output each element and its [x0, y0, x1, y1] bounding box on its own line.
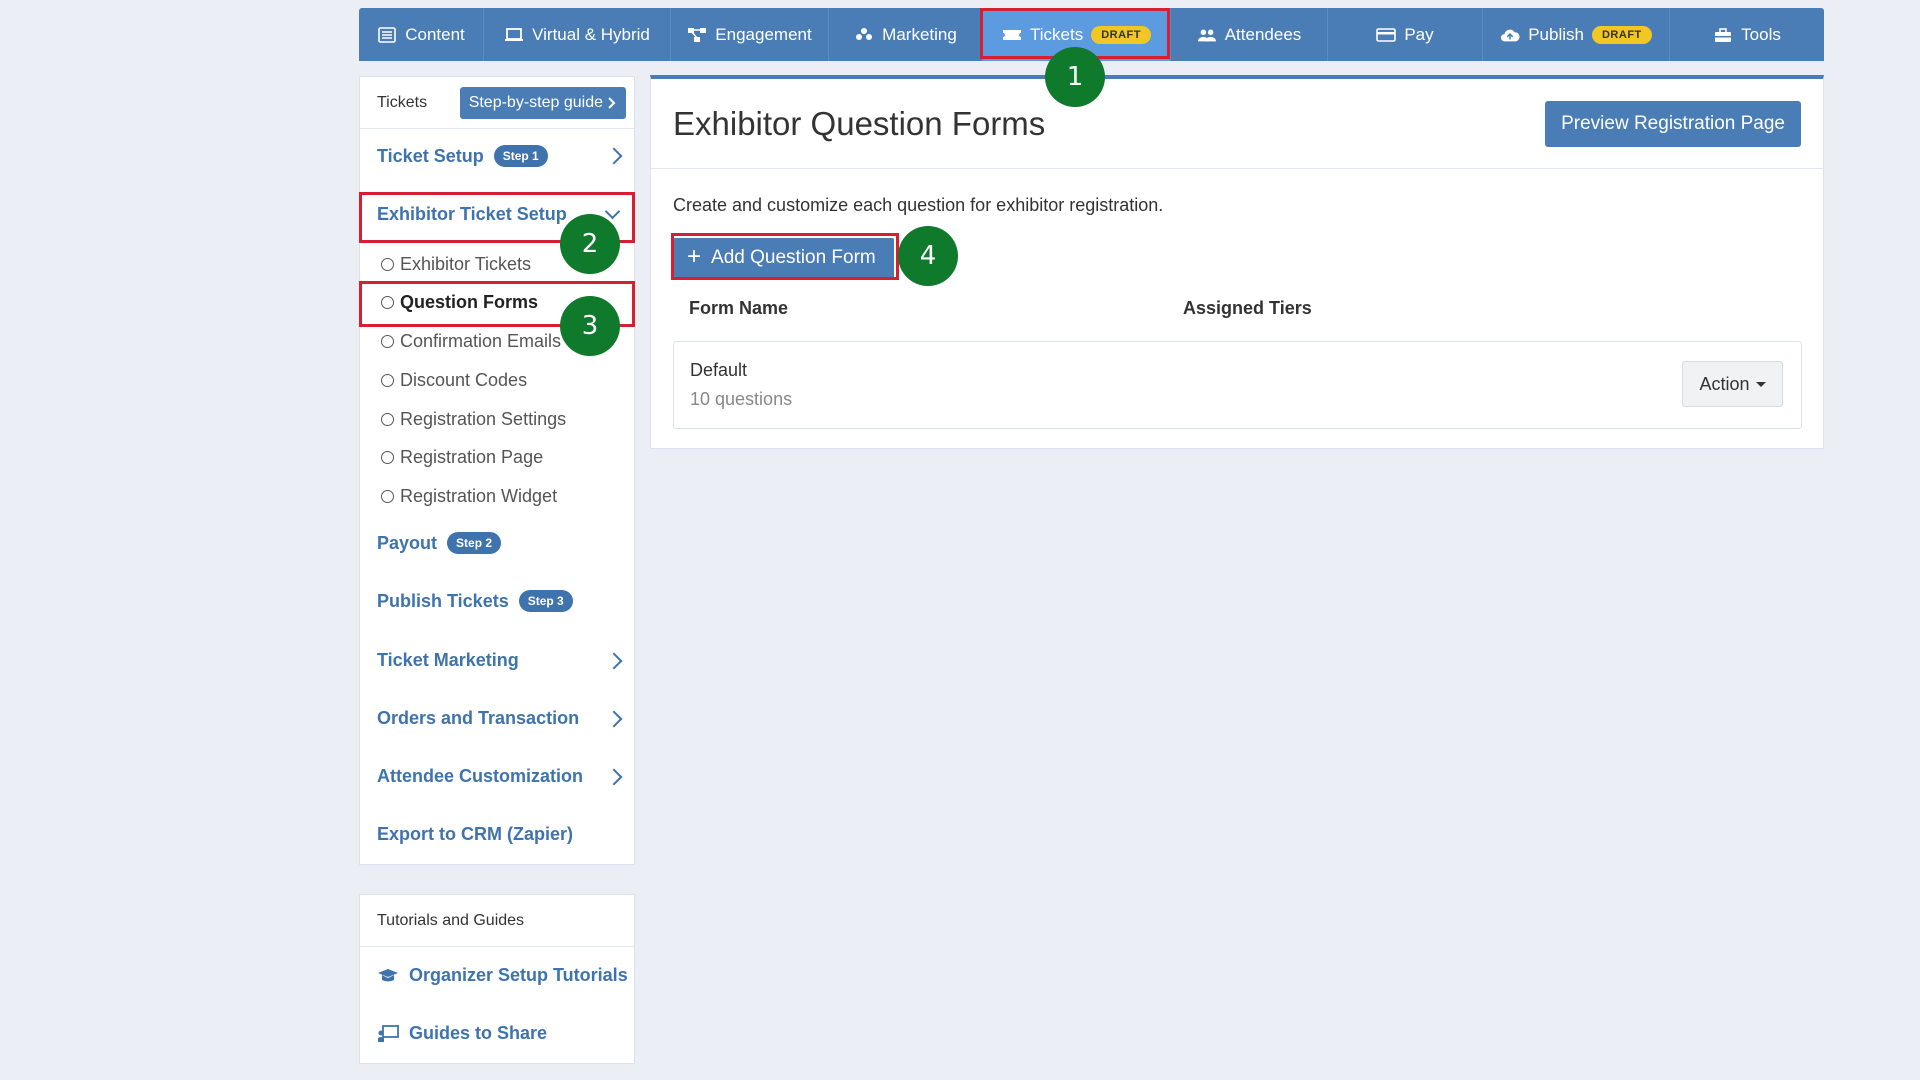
- chevron-right-icon: [608, 96, 616, 109]
- users-icon: [1197, 26, 1217, 44]
- ticket-icon: [1002, 26, 1022, 44]
- circle-icon: [381, 490, 394, 503]
- sidebar-subitem-registration-widget[interactable]: Registration Widget: [381, 486, 557, 507]
- nav-engagement[interactable]: Engagement: [671, 8, 829, 61]
- column-header-form-name: Form Name: [689, 298, 789, 318]
- organizer-setup-tutorials-link[interactable]: Organizer Setup Tutorials: [377, 965, 628, 986]
- step-badge: Step 3: [518, 590, 573, 612]
- question-count: 10 questions: [690, 389, 793, 409]
- circle-icon: [381, 335, 394, 348]
- sidebar-item-payout[interactable]: Payout Step 2: [377, 532, 626, 554]
- preview-registration-page-button[interactable]: Preview Registration Page: [1545, 100, 1801, 147]
- sidebar-item-attendee-customization[interactable]: Attendee Customization: [377, 766, 626, 787]
- laptop-icon: [504, 26, 524, 44]
- chevron-down-icon: [604, 203, 621, 220]
- circle-icon: [381, 451, 394, 464]
- people-group-icon: [854, 26, 874, 44]
- sidebar-title: Tickets: [377, 93, 428, 111]
- action-dropdown-button[interactable]: Action: [1682, 361, 1783, 407]
- sidebar-subitem-discount-codes[interactable]: Discount Codes: [381, 370, 527, 391]
- nav-marketing[interactable]: Marketing: [829, 8, 983, 61]
- callout-3: 3: [560, 296, 620, 356]
- draft-badge: DRAFT: [1091, 25, 1151, 44]
- sidebar-item-ticket-setup[interactable]: Ticket Setup Step 1: [377, 145, 626, 167]
- nav-attendees[interactable]: Attendees: [1171, 8, 1328, 61]
- network-icon: [687, 26, 707, 44]
- step-by-step-guide-button[interactable]: Step-by-step guide: [459, 86, 626, 119]
- plus-icon: +: [687, 243, 702, 270]
- table-row: Default 10 questions Action: [673, 341, 1802, 429]
- sidebar-item-export-crm[interactable]: Export to CRM (Zapier): [377, 824, 626, 845]
- circle-icon: [381, 374, 394, 387]
- page-description: Create and customize each question for e…: [673, 195, 1164, 215]
- nav-content[interactable]: Content: [359, 8, 484, 61]
- nav-virtual-hybrid[interactable]: Virtual & Hybrid: [484, 8, 671, 61]
- chevron-right-icon: [605, 768, 623, 785]
- tutorials-title: Tutorials and Guides: [360, 895, 634, 947]
- add-question-form-button[interactable]: + Add Question Form: [673, 238, 894, 278]
- chevron-right-icon: [605, 710, 623, 727]
- sidebar-item-ticket-marketing[interactable]: Ticket Marketing: [377, 650, 626, 671]
- chevron-right-icon: [605, 652, 623, 669]
- caret-down-icon: [1755, 381, 1766, 387]
- sidebar-item-publish-tickets[interactable]: Publish Tickets Step 3: [377, 590, 626, 612]
- toolbox-icon: [1713, 26, 1733, 44]
- circle-icon: [381, 258, 394, 271]
- guides-to-share-link[interactable]: Guides to Share: [377, 1023, 547, 1044]
- column-header-assigned-tiers: Assigned Tiers: [1183, 298, 1312, 318]
- credit-card-icon: [1376, 26, 1397, 44]
- step-badge: Step 2: [447, 532, 502, 554]
- sidebar-subitem-registration-settings[interactable]: Registration Settings: [381, 409, 566, 430]
- circle-icon: [381, 413, 394, 426]
- sidebar-subitem-exhibitor-tickets[interactable]: Exhibitor Tickets: [381, 254, 531, 275]
- presentation-icon: [378, 1024, 399, 1042]
- chevron-right-icon: [605, 147, 623, 165]
- form-name: Default: [690, 360, 748, 380]
- nav-publish[interactable]: Publish DRAFT: [1483, 8, 1670, 61]
- main-header: Exhibitor Question Forms Preview Registr…: [651, 79, 1823, 169]
- nav-tools[interactable]: Tools: [1670, 8, 1824, 61]
- cloud-upload-icon: [1500, 26, 1520, 44]
- sidebar-subitem-registration-page[interactable]: Registration Page: [381, 447, 543, 468]
- sidebar-item-orders-transaction[interactable]: Orders and Transaction: [377, 708, 626, 729]
- step-badge: Step 1: [493, 145, 548, 167]
- sidebar-subitem-confirmation-emails[interactable]: Confirmation Emails: [381, 331, 561, 352]
- draft-badge: DRAFT: [1591, 25, 1652, 44]
- main-panel: Exhibitor Question Forms Preview Registr…: [650, 75, 1824, 449]
- graduation-cap-icon: [378, 968, 398, 981]
- nav-pay[interactable]: Pay: [1328, 8, 1483, 61]
- circle-icon: [381, 296, 394, 309]
- page-title: Exhibitor Question Forms: [673, 104, 1046, 142]
- callout-4: 4: [898, 226, 958, 286]
- callout-2: 2: [560, 214, 620, 274]
- sidebar-header: Tickets Step-by-step guide: [360, 77, 634, 129]
- callout-1: 1: [1045, 47, 1105, 107]
- sidebar-subitem-question-forms[interactable]: Question Forms: [381, 292, 538, 313]
- tutorials-panel: Tutorials and Guides Organizer Setup Tut…: [359, 894, 635, 1064]
- tickets-sidebar: Tickets Step-by-step guide Ticket Setup S…: [359, 76, 635, 865]
- list-icon: [377, 26, 397, 44]
